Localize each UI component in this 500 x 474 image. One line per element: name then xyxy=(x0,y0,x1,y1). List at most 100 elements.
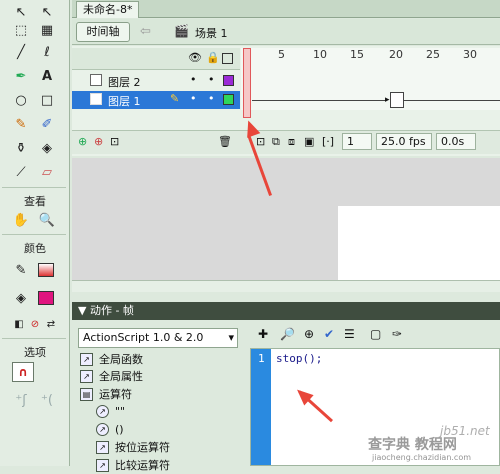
tools-panel: ↖ ↖ ⬚ ▦ ╱ ℓ ✒ A ○ □ ✎ ✐ ⚱ ◈ ⟋ ▱ 查看 ✋ 🔍 颜… xyxy=(0,0,70,466)
open-book-icon: ▤ xyxy=(80,388,93,401)
tree-item[interactable]: ↗ "" xyxy=(96,403,256,420)
add-folder-icon[interactable]: ⊡ xyxy=(110,135,119,148)
add-guide-layer-icon[interactable]: ⊕ xyxy=(94,135,103,148)
hand-tool-icon[interactable]: ✋ xyxy=(10,210,32,230)
auto-format-icon[interactable]: ☰ xyxy=(344,327,355,341)
horizontal-scrollbar[interactable] xyxy=(72,280,500,292)
tween-line xyxy=(404,100,500,101)
layer-row-selected[interactable]: 图层 1 ✎ • • xyxy=(72,91,240,109)
code-line[interactable]: stop(); xyxy=(276,352,322,365)
edit-multiple-frames-icon[interactable]: ▣ xyxy=(304,135,314,148)
actionscript-version-value: ActionScript 1.0 & 2.0 xyxy=(83,331,204,344)
snap-magnet-icon[interactable]: ∩ xyxy=(12,362,34,382)
view-label: 查看 xyxy=(24,195,46,208)
eyedropper-tool-icon[interactable]: ⟋ xyxy=(10,162,32,182)
options-label: 选项 xyxy=(24,346,46,359)
actionscript-version-select[interactable]: ActionScript 1.0 & 2.0 ▾ xyxy=(78,328,238,348)
tree-item-label: 全局函数 xyxy=(99,353,143,366)
lock-dot[interactable]: • xyxy=(208,73,215,86)
layer-icon xyxy=(90,74,102,86)
eraser-tool-icon[interactable]: ▱ xyxy=(36,162,58,182)
fill-color-icon[interactable]: ◈ xyxy=(10,288,32,308)
add-statement-icon[interactable]: ✚ xyxy=(258,327,268,341)
free-transform-tool-icon[interactable]: ⬚ xyxy=(10,20,32,40)
oval-tool-icon[interactable]: ○ xyxy=(10,90,32,110)
swap-colors-icon[interactable]: ⇄ xyxy=(40,314,62,334)
pen-tool-icon[interactable]: ✒ xyxy=(10,66,32,86)
lock-icon[interactable]: 🔒 xyxy=(206,51,220,64)
tree-item-label: 运算符 xyxy=(99,388,132,401)
actions-panel-header[interactable]: ▼ 动作 - 帧 xyxy=(72,302,500,320)
operator-icon: ↗ xyxy=(96,423,109,436)
tree-item[interactable]: ↗ 全局属性 xyxy=(80,368,240,385)
check-syntax-icon[interactable]: ✔ xyxy=(324,327,334,341)
onion-skin-outlines-icon[interactable]: ⧈ xyxy=(288,135,295,149)
playhead[interactable] xyxy=(243,48,251,118)
current-frame-field: 1 xyxy=(342,133,372,150)
visibility-dot[interactable]: • xyxy=(190,73,197,86)
straighten-icon[interactable]: ⁺( xyxy=(36,390,58,410)
tree-item[interactable]: ↗ () xyxy=(96,421,256,438)
colors-label: 颜色 xyxy=(24,242,46,255)
keyframe[interactable] xyxy=(390,92,404,108)
modify-onion-markers-icon[interactable]: [·] xyxy=(322,135,334,148)
ruler-tick-label: 20 xyxy=(389,48,403,61)
scene-bar xyxy=(72,19,500,45)
tree-item[interactable]: ↗ 全局函数 xyxy=(80,351,240,368)
layer-name: 图层 1 xyxy=(108,95,141,108)
visibility-dot[interactable]: • xyxy=(190,92,197,105)
fill-color-swatch[interactable] xyxy=(38,291,54,305)
outline-color-swatch[interactable] xyxy=(223,94,234,105)
book-icon: ↗ xyxy=(96,441,109,454)
find-icon[interactable]: 🔎 xyxy=(280,327,295,341)
stroke-color-swatch[interactable] xyxy=(38,263,54,277)
smooth-icon[interactable]: ⁺ʃ xyxy=(10,390,32,410)
tree-item-label: 按位运算符 xyxy=(115,441,170,454)
ruler-tick-label: 10 xyxy=(313,48,327,61)
debug-options-icon[interactable]: ✑ xyxy=(392,327,402,341)
show-code-hint-icon[interactable]: ▢ xyxy=(370,327,381,341)
center-frame-icon[interactable]: ⊡ xyxy=(256,135,265,148)
stage[interactable] xyxy=(338,206,500,290)
onion-skin-icon[interactable]: ⧉ xyxy=(272,135,280,149)
text-tool-icon[interactable]: A xyxy=(36,66,58,86)
brush-tool-icon[interactable]: ✐ xyxy=(36,114,58,134)
insert-target-path-icon[interactable]: ⊕ xyxy=(304,327,314,341)
timeline-toggle-button[interactable]: 时间轴 xyxy=(76,22,130,42)
layer-row[interactable]: 图层 2 • • xyxy=(72,72,240,90)
subselection-tool-icon[interactable]: ↖ xyxy=(36,2,58,22)
tree-item[interactable]: ▤ 运算符 xyxy=(80,386,240,403)
paint-bucket-tool-icon[interactable]: ◈ xyxy=(36,138,58,158)
zoom-tool-icon[interactable]: 🔍 xyxy=(36,210,58,230)
tween-line xyxy=(252,100,386,101)
stroke-color-icon[interactable]: ✎ xyxy=(10,260,32,280)
eye-icon[interactable]: 👁 xyxy=(188,51,202,64)
chevron-down-icon: ▾ xyxy=(228,331,234,344)
ruler-tick-label: 15 xyxy=(350,48,364,61)
outline-color-swatch[interactable] xyxy=(223,75,234,86)
pencil-tool-icon[interactable]: ✎ xyxy=(10,114,32,134)
delete-layer-icon[interactable]: 🗑 xyxy=(218,135,232,148)
line-number: 1 xyxy=(258,352,265,365)
lock-dot[interactable]: • xyxy=(208,92,215,105)
document-tab[interactable]: 未命名-8* xyxy=(76,1,140,18)
layer-name: 图层 2 xyxy=(108,76,141,89)
outline-icon[interactable] xyxy=(222,53,233,64)
scene-label: 场景 1 xyxy=(195,27,228,40)
rectangle-tool-icon[interactable]: □ xyxy=(36,90,58,110)
watermark-url: jiaocheng.chazidian.com xyxy=(372,453,472,462)
add-layer-icon[interactable]: ⊕ xyxy=(78,135,87,148)
code-toolbar: ✚ 🔎 ⊕ ✔ ☰ ▢ ✑ xyxy=(250,324,500,346)
line-tool-icon[interactable]: ╱ xyxy=(10,42,32,62)
back-arrow-icon[interactable]: ⇦ xyxy=(140,24,160,40)
gradient-transform-tool-icon[interactable]: ▦ xyxy=(36,20,58,40)
tree-item[interactable]: ↗ 按位运算符 xyxy=(96,439,256,456)
selection-tool-icon[interactable]: ↖ xyxy=(10,2,32,22)
tree-item-label: () xyxy=(115,423,124,436)
tree-item-label: "" xyxy=(115,405,126,418)
ink-bottle-tool-icon[interactable]: ⚱ xyxy=(10,138,32,158)
line-number-gutter xyxy=(251,349,271,465)
fps-field[interactable]: 25.0 fps xyxy=(376,133,432,150)
lasso-tool-icon[interactable]: ℓ xyxy=(36,42,58,62)
ruler-tick-label: 30 xyxy=(463,48,477,61)
